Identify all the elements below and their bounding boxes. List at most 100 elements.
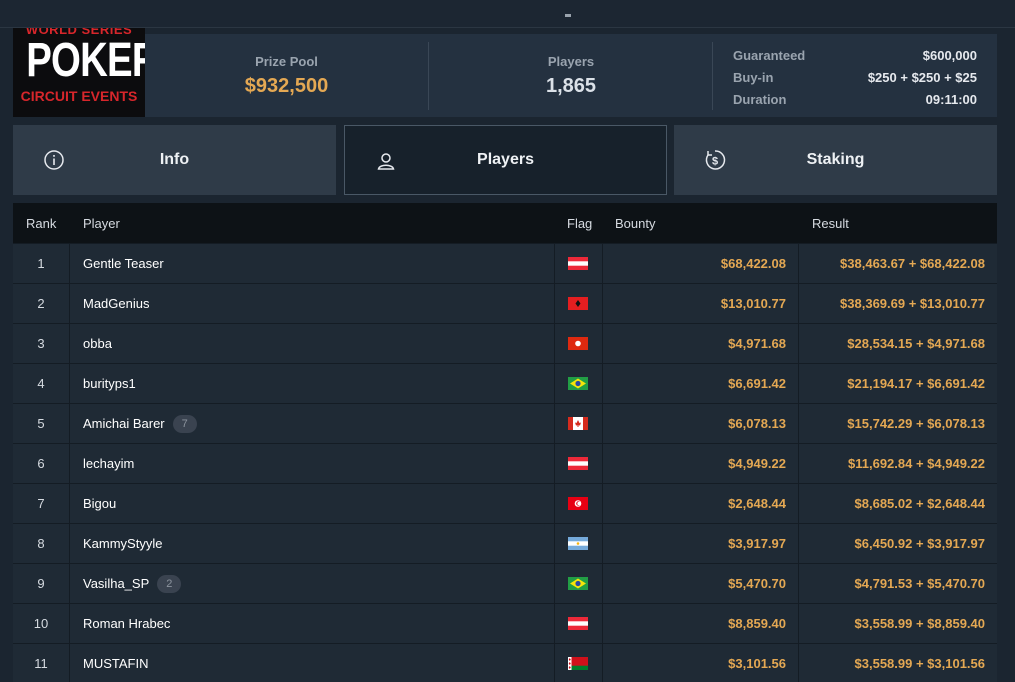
user-icon — [375, 150, 397, 172]
canada-flag-icon — [568, 417, 588, 430]
prize-pool-label: Prize Pool — [255, 54, 318, 69]
rank-cell: 4 — [13, 364, 70, 404]
player-count-badge: 7 — [172, 414, 197, 433]
header-bounty[interactable]: Bounty — [615, 216, 655, 231]
header-flag[interactable]: Flag — [567, 216, 592, 231]
table-row[interactable]: 2 MadGenius $13,010.77 $38,369.69 + $13,010… — [13, 283, 997, 324]
result-cell: $3,558.99 + $3,101.56 — [854, 656, 985, 671]
tunisia-flag-icon — [568, 497, 588, 510]
brazil-flag-icon — [568, 377, 588, 390]
players-value: 1,865 — [545, 75, 597, 97]
table-row[interactable]: 3 obba $4,971.68 $28,534.15 + $4,971.68 — [13, 323, 997, 364]
player-name[interactable]: Amichai Barer — [83, 416, 165, 431]
header-rank[interactable]: Rank — [26, 216, 56, 231]
bounty-cell: $5,470.70 — [603, 564, 799, 604]
rank-cell: 10 — [13, 604, 70, 644]
bounty-cell: $13,010.77 — [603, 284, 799, 324]
tournament-details: Guaranteed $600,000 Buy-in $250 + $250 +… — [733, 46, 977, 112]
table-row[interactable]: 4 burityps1 $6,691.42 $21,194.17 + $6,691.4… — [13, 363, 997, 404]
player-name[interactable]: Gentle Teaser — [83, 256, 164, 271]
rank-cell: 11 — [13, 644, 70, 682]
result-cell: $8,685.02 + $2,648.44 — [854, 496, 985, 511]
player-cell: MUSTAFIN — [83, 644, 148, 682]
rank-cell: 5 — [13, 404, 70, 444]
flag-cell — [554, 324, 603, 364]
flag-cell — [554, 244, 603, 284]
table-row[interactable]: 11 MUSTAFIN $3,101.56 $3,558.99 + $3,101.56 — [13, 643, 997, 682]
detail-guaranteed: Guaranteed $600,000 — [733, 48, 977, 63]
tab-players[interactable]: Players — [344, 125, 667, 195]
tab-staking-label: Staking — [806, 151, 865, 168]
rank-cell: 1 — [13, 244, 70, 284]
player-name[interactable]: lechayim — [83, 456, 134, 471]
bounty-cell: $8,859.40 — [603, 604, 799, 644]
player-name[interactable]: burityps1 — [83, 376, 136, 391]
tournament-summary: Prize Pool $932,500 Players 1,865 Guaran… — [145, 34, 997, 117]
header-result[interactable]: Result — [812, 216, 849, 231]
player-cell: MadGenius — [83, 284, 149, 324]
tab-info-label: Info — [159, 151, 190, 168]
table-row[interactable]: 8 KammyStyyle $3,917.97 $6,450.92 + $3,917.… — [13, 523, 997, 564]
table-header: Rank Player Flag Bounty Result — [13, 203, 997, 243]
argentina-flag-icon — [568, 537, 588, 550]
brazil-flag-icon — [568, 577, 588, 590]
table-row[interactable]: 6 lechayim $4,949.22 $11,692.84 + $4,949.22 — [13, 443, 997, 484]
tab-staking[interactable]: $ Staking — [674, 125, 997, 195]
svg-text:$: $ — [712, 156, 718, 168]
flag-cell — [554, 284, 603, 324]
tab-info[interactable]: Info — [13, 125, 336, 195]
player-name[interactable]: Vasilha_SP — [83, 576, 149, 591]
result-cell: $4,791.53 + $5,470.70 — [854, 576, 985, 591]
austria-flag-icon — [568, 457, 588, 470]
player-name[interactable]: MUSTAFIN — [83, 656, 148, 671]
dollar-coin-icon: $ — [704, 149, 726, 171]
player-name[interactable]: Roman Hrabec — [83, 616, 170, 631]
player-name[interactable]: MadGenius — [83, 296, 149, 311]
rank-cell: 2 — [13, 284, 70, 324]
result-cell: $6,450.92 + $3,917.97 — [854, 536, 985, 551]
wsop-circuit-logo: WORLD SERIES POKER CIRCUIT EVENTS — [13, 28, 145, 117]
bounty-cell: $68,422.08 — [603, 244, 799, 284]
result-cell: $38,463.67 + $68,422.08 — [840, 256, 985, 271]
detail-buy-in: Buy-in $250 + $250 + $25 — [733, 70, 977, 85]
player-cell: Bigou — [83, 484, 116, 524]
player-name[interactable]: Bigou — [83, 496, 116, 511]
player-name[interactable]: obba — [83, 336, 112, 351]
player-cell: burityps1 — [83, 364, 136, 404]
table-body: 1 Gentle Teaser $68,422.08 $38,463.67 + $68… — [13, 243, 997, 682]
bounty-cell: $3,101.56 — [603, 644, 799, 682]
flag-cell — [554, 444, 603, 484]
table-row[interactable]: 1 Gentle Teaser $68,422.08 $38,463.67 + $68… — [13, 243, 997, 284]
table-row[interactable]: 5 Amichai Barer 7 $6,078.13 $15,742.29 + $6,… — [13, 403, 997, 444]
players-stat: Players 1,865 — [428, 34, 714, 117]
result-cell: $28,534.15 + $4,971.68 — [847, 336, 985, 351]
player-count-badge: 2 — [157, 574, 182, 593]
player-cell: Vasilha_SP 2 — [83, 564, 182, 604]
flag-cell — [554, 364, 603, 404]
top-bar — [0, 0, 1015, 28]
player-name[interactable]: KammyStyyle — [83, 536, 162, 551]
player-cell: lechayim — [83, 444, 134, 484]
table-row[interactable]: 7 Bigou $2,648.44 $8,685.02 + $2,648.44 — [13, 483, 997, 524]
result-cell: $11,692.84 + $4,949.22 — [848, 456, 985, 471]
bounty-cell: $6,078.13 — [603, 404, 799, 444]
result-cell: $38,369.69 + $13,010.77 — [840, 296, 985, 311]
player-cell: Gentle Teaser — [83, 244, 164, 284]
bounty-cell: $4,949.22 — [603, 444, 799, 484]
table-row[interactable]: 9 Vasilha_SP 2 $5,470.70 $4,791.53 + $5,470.… — [13, 563, 997, 604]
header-player[interactable]: Player — [83, 216, 120, 231]
table-row[interactable]: 10 Roman Hrabec $8,859.40 $3,558.99 + $8,85… — [13, 603, 997, 644]
player-cell: obba — [83, 324, 112, 364]
result-cell: $21,194.17 + $6,691.42 — [847, 376, 985, 391]
tab-players-label: Players — [477, 151, 534, 168]
austria-flag-icon — [568, 257, 588, 270]
rank-cell: 8 — [13, 524, 70, 564]
result-cell: $3,558.99 + $8,859.40 — [854, 616, 985, 631]
player-cell: Amichai Barer 7 — [83, 404, 197, 444]
albania-flag-icon — [568, 297, 588, 310]
flag-cell — [554, 644, 603, 682]
prize-pool-value: $932,500 — [244, 75, 329, 97]
rank-cell: 7 — [13, 484, 70, 524]
divider — [712, 42, 713, 110]
flag-cell — [554, 484, 603, 524]
